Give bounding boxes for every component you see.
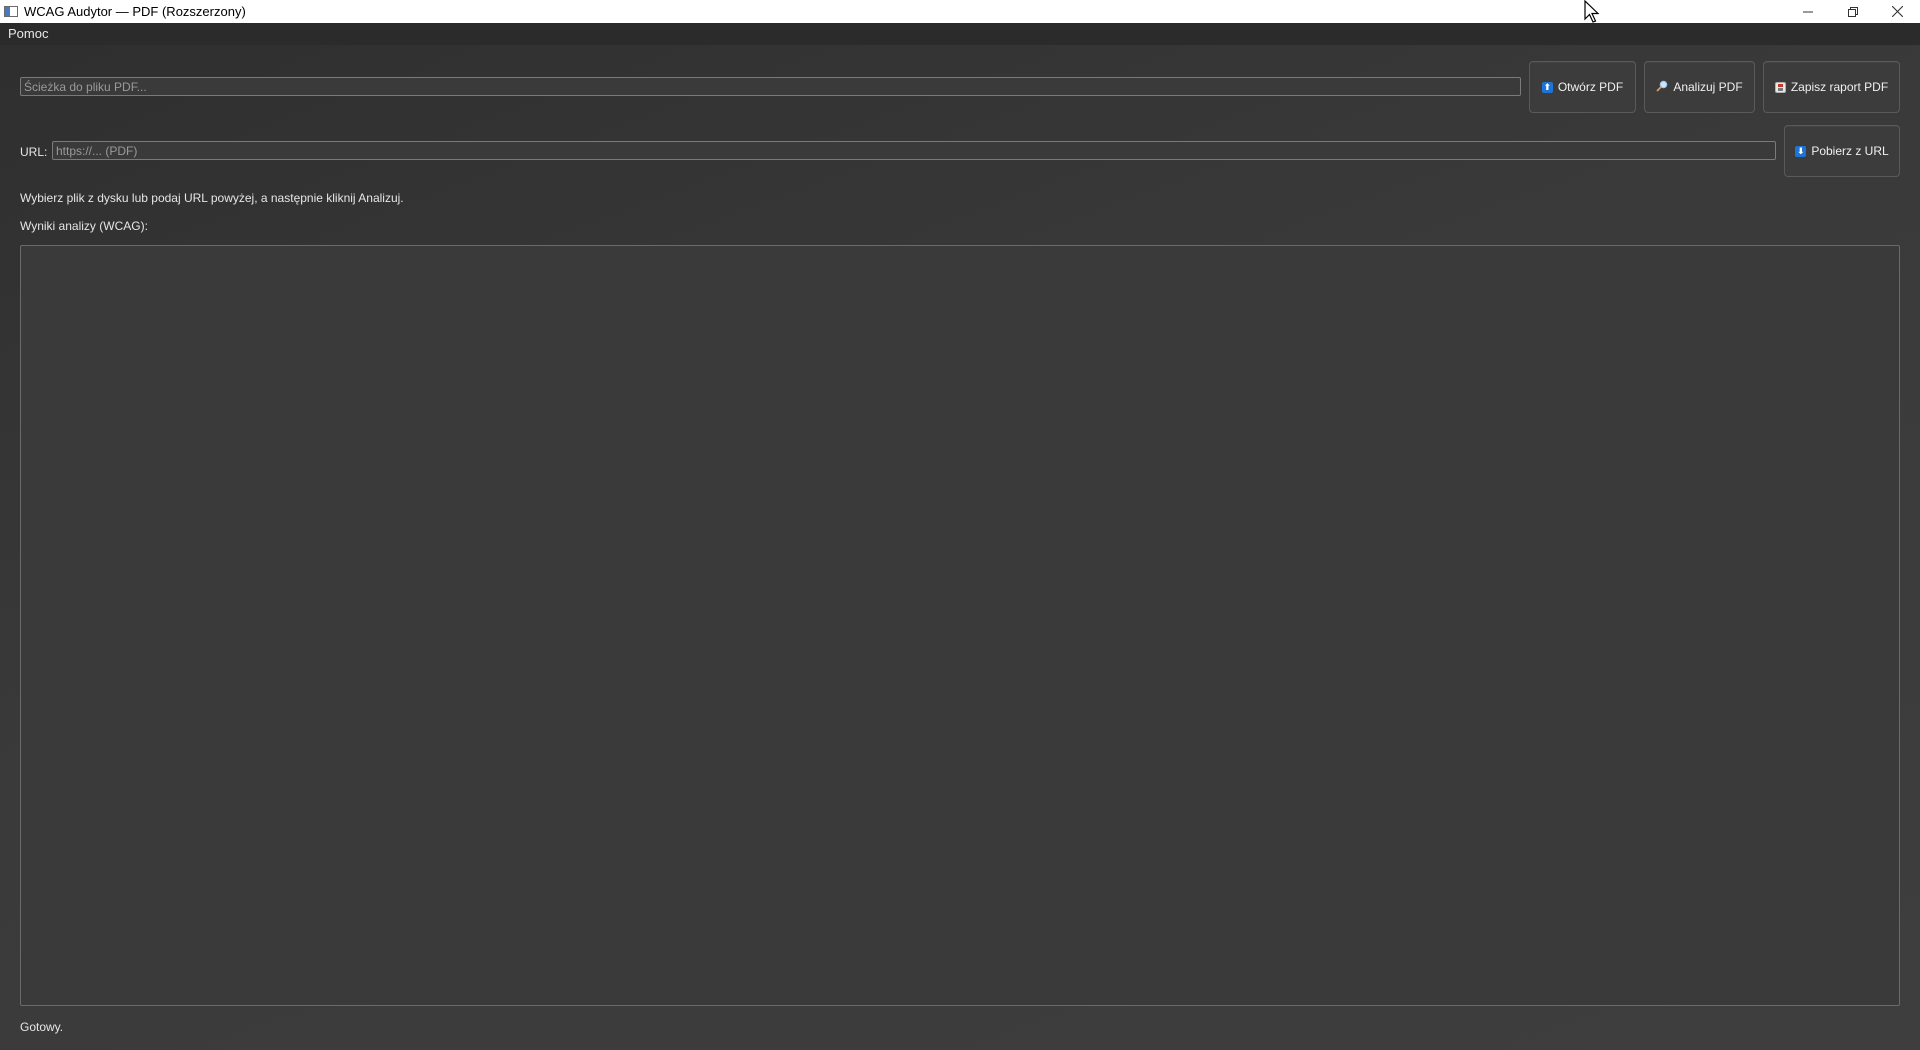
restore-button[interactable] [1830, 0, 1875, 23]
folder-upload-icon: ⬆ [1541, 81, 1553, 93]
minimize-button[interactable] [1785, 0, 1830, 23]
close-icon [1892, 6, 1903, 17]
window-controls [1785, 0, 1920, 23]
minimize-icon [1802, 11, 1813, 12]
results-label: Wyniki analizy (WCAG): [20, 219, 148, 233]
fetch-url-label: Pobierz z URL [1811, 144, 1889, 158]
save-report-button[interactable]: Zapisz raport PDF [1763, 61, 1900, 113]
pdf-path-input[interactable] [20, 77, 1521, 96]
app-icon [4, 6, 18, 17]
menu-item-help[interactable]: Pomoc [0, 23, 56, 45]
url-label: URL: [20, 145, 48, 159]
open-pdf-label: Otwórz PDF [1557, 80, 1624, 94]
menu-bar: Pomoc [0, 23, 1920, 45]
results-textarea[interactable] [20, 245, 1900, 1006]
magnifier-icon [1656, 80, 1668, 95]
open-pdf-button[interactable]: ⬆ Otwórz PDF [1529, 61, 1636, 113]
url-input[interactable] [52, 141, 1776, 160]
analyze-pdf-label: Analizuj PDF [1673, 80, 1743, 94]
save-report-label: Zapisz raport PDF [1790, 80, 1889, 94]
title-bar[interactable]: WCAG Audytor — PDF (Rozszerzony) [0, 0, 1920, 23]
fetch-url-button[interactable]: ⬇ Pobierz z URL [1784, 125, 1900, 177]
status-text: Gotowy. [20, 1020, 64, 1034]
analyze-pdf-button[interactable]: Analizuj PDF [1644, 61, 1755, 113]
floppy-disk-icon [1774, 81, 1786, 93]
window-title: WCAG Audytor — PDF (Rozszerzony) [24, 4, 246, 19]
instructions-text: Wybierz plik z dysku lub podaj URL powyż… [20, 191, 404, 205]
download-icon: ⬇ [1795, 145, 1807, 157]
close-button[interactable] [1875, 0, 1920, 23]
restore-icon [1847, 6, 1858, 17]
